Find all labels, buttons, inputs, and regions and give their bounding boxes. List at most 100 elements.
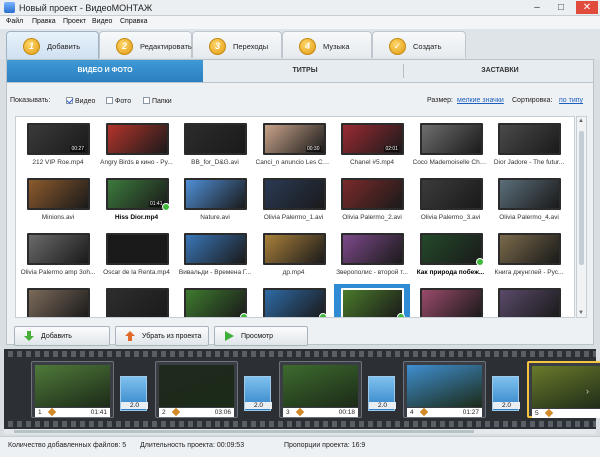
transition-block[interactable]: 2.0 [368,376,396,411]
tab-intros[interactable]: ЗАСТАВКИ [405,60,595,82]
checkbox-icon [66,97,73,104]
transition-duration: 2.0 [493,402,520,409]
tab-label: Музыка [323,42,350,51]
video-thumbnail [498,233,561,265]
timeline-clip[interactable]: 3 00:18 [279,361,362,418]
project-duration: Длительность проекта: 00:09:53 [140,442,245,449]
file-item[interactable]: Зверополис - второй т... [334,229,410,282]
tab-add[interactable]: 1 Добавить [6,31,99,59]
timeline-clip[interactable]: 4 01:27 [403,361,486,418]
menu-video[interactable]: Видео [92,18,112,25]
tab-label: Редактировать [140,42,192,51]
file-item[interactable] [20,284,96,317]
video-checkbox[interactable]: Видео [66,97,95,105]
file-name: Coco Mademoiselle Cha... [412,159,489,166]
file-item[interactable]: Coco Mademoiselle Cha... [413,119,489,172]
folders-checkbox[interactable]: Папки [143,97,172,105]
scroll-thumb[interactable] [579,131,584,265]
file-item[interactable]: Dior Jadore - The futur... [491,119,567,172]
file-item[interactable]: 00:27 212 VIP Roe.mp4 [20,119,96,172]
menu-project[interactable]: Проект [63,18,86,25]
tab-label: Переходы [233,42,269,51]
file-item[interactable]: др.mp4 [256,229,332,282]
file-item[interactable]: Книга джунглей - Рус... [491,229,567,282]
file-item[interactable]: Nature.avi [177,174,253,227]
up-arrow-icon [124,330,136,342]
file-item[interactable]: Olivia Palermo_1.avi [256,174,332,227]
menu-help[interactable]: Справка [120,18,147,25]
status-bar: Количество добавленных файлов: 5 Длитель… [0,436,600,457]
timeline-clip[interactable]: 5 [527,361,600,418]
file-item[interactable] [256,284,332,317]
video-thumbnail [27,233,90,265]
minimize-button[interactable]: – [526,1,548,14]
edit-pencil-icon[interactable] [171,407,181,417]
tab-create[interactable]: ✓ Создать [372,31,466,58]
file-item[interactable]: Minions.avi [20,174,96,227]
close-button[interactable]: ✕ [576,1,598,14]
file-item[interactable]: BB_for_D&G.avi [177,119,253,172]
file-item[interactable]: 00:30 Canci_n anuncio Les Ca... [256,119,332,172]
video-thumbnail [341,288,405,317]
file-item[interactable] [177,284,253,317]
edit-pencil-icon[interactable] [544,408,554,418]
tab-transitions[interactable]: 3 Переходы [192,31,282,58]
scroll-thumb[interactable] [14,430,474,433]
video-thumbnail [419,123,483,155]
transition-block[interactable]: 2.0 [244,376,272,411]
maximize-button[interactable]: □ [550,1,572,14]
tab-video-photo[interactable]: ВИДЕО И ФОТО [7,60,203,82]
step-tabs: 1 Добавить 2 Редактировать 3 Переходы 4 … [0,29,600,59]
file-item[interactable]: Как природа побеж... [413,229,489,282]
file-item[interactable]: Olivia Palermo_2.avi [334,174,410,227]
file-item[interactable] [99,284,175,317]
grid-scrollbar[interactable]: ▲ ▼ [576,116,587,318]
file-item[interactable] [334,284,410,317]
file-item[interactable]: 01:41 Hiss Dior.mp4 [99,174,175,227]
step-3-icon: 3 [209,38,226,55]
scroll-down-icon[interactable]: ▼ [578,310,584,316]
checkbox-icon [106,97,113,104]
timeline-clip[interactable]: 2 03:06 [155,361,238,418]
timeline-scrollbar[interactable] [4,429,596,434]
menu-file[interactable]: Файл [6,18,23,25]
preview-button[interactable]: Просмотр [214,326,308,346]
timeline-next-icon[interactable]: › [586,386,589,396]
file-name: Olivia Palermo_3.avi [420,214,481,221]
tab-edit[interactable]: 2 Редактировать [99,31,192,58]
remove-from-project-button[interactable]: Убрать из проекта [115,326,209,346]
checkmark-icon: ✓ [389,38,406,55]
file-item[interactable]: Oscar de la Renta.mp4 [99,229,175,282]
edit-pencil-icon[interactable] [47,407,57,417]
add-button[interactable]: Добавить [14,326,110,346]
file-name: др.mp4 [282,269,305,276]
edit-pencil-icon[interactable] [419,407,429,417]
file-item[interactable] [413,284,489,317]
size-link[interactable]: мелкие значки [457,97,504,104]
file-item[interactable]: Вивальди - Временa Г... [177,229,253,282]
file-item[interactable]: Angry Birds в кино - Py... [99,119,175,172]
clip-thumbnail [532,366,600,408]
sub-tabs: ВИДЕО И ФОТО ТИТРЫ ЗАСТАВКИ [6,59,594,83]
file-name: Nature.avi [200,214,230,221]
scroll-up-icon[interactable]: ▲ [578,118,584,124]
added-check-icon [240,313,248,317]
tab-titles[interactable]: ТИТРЫ [207,60,403,82]
clip-thumbnail [283,365,358,407]
file-item[interactable] [491,284,567,317]
file-item[interactable]: Olivia Palermo amp 3oh... [20,229,96,282]
video-thumbnail [184,123,247,155]
transition-block[interactable]: 2.0 [120,376,148,411]
video-thumbnail [105,233,169,265]
photo-checkbox[interactable]: Фото [106,97,131,105]
tab-music[interactable]: 4 Музыка [282,31,372,58]
file-item[interactable]: 02:01 Chanel #5.mp4 [334,119,410,172]
menu-edit[interactable]: Правка [32,18,56,25]
tab-label: Добавить [47,42,81,51]
transition-block[interactable]: 2.0 [492,376,520,411]
file-item[interactable]: Olivia Palermo_3.avi [413,174,489,227]
edit-pencil-icon[interactable] [295,407,305,417]
timeline-clip[interactable]: 1 01:41 [31,361,114,418]
file-item[interactable]: Olivia Palermo_4.avi [491,174,567,227]
sort-link[interactable]: по типу [559,97,583,104]
